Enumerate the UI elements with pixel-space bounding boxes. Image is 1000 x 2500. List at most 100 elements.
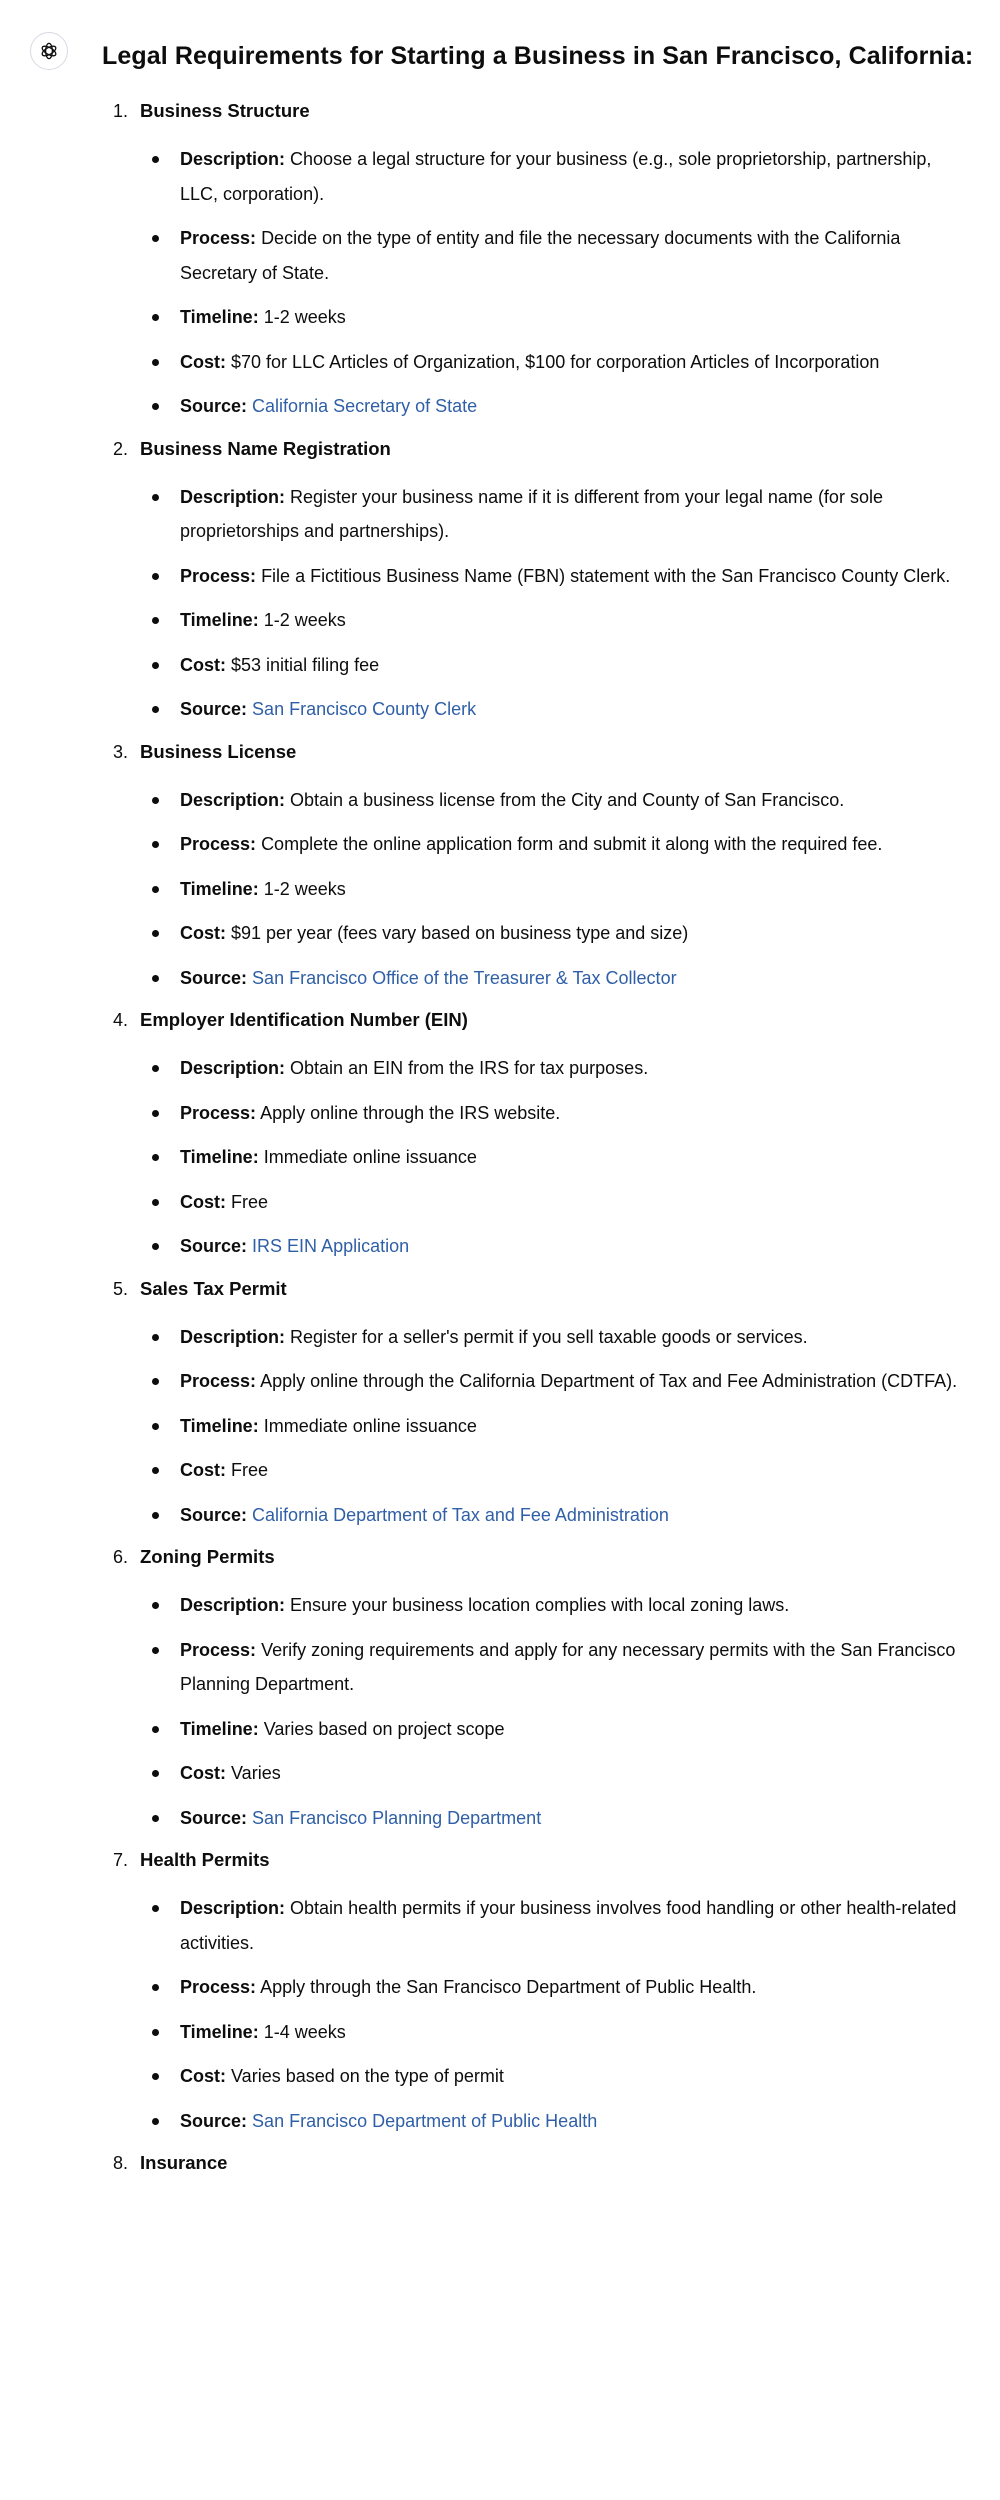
detail-text: 1-2 weeks	[263, 610, 346, 630]
detail-label: Timeline:	[180, 2021, 259, 2042]
detail-item: Cost: Free	[140, 1185, 960, 1220]
detail-item: Source: San Francisco Office of the Trea…	[140, 961, 960, 996]
requirement-section: 4. Employer Identification Number (EIN) De…	[0, 1005, 1000, 1264]
section-number: 2.	[113, 438, 129, 459]
detail-item: Description: Obtain health permits if yo…	[140, 1891, 960, 1960]
openai-logo-icon	[41, 42, 57, 60]
section-title: Insurance	[140, 2152, 228, 2173]
detail-label: Source:	[180, 1504, 248, 1525]
requirement-section: 8. Insurance	[0, 2148, 1000, 2178]
detail-label: Description:	[180, 1058, 286, 1078]
detail-label: Description:	[180, 1898, 286, 1918]
detail-text: Varies	[231, 1763, 281, 1783]
detail-item: Cost: Free	[140, 1453, 960, 1488]
detail-label: Cost:	[180, 923, 226, 943]
detail-label: Process:	[180, 1102, 257, 1123]
detail-item: Description: Choose a legal structure fo…	[140, 142, 960, 211]
detail-label: Description:	[180, 789, 286, 810]
source-link[interactable]: California Department of Tax and Fee Adm…	[252, 1505, 669, 1525]
detail-text: Choose a legal structure for your busine…	[180, 149, 932, 204]
detail-item: Source: San Francisco Planning Departmen…	[140, 1801, 960, 1836]
detail-text: Varies based on the type of permit	[231, 2066, 504, 2086]
detail-label: Timeline:	[180, 1415, 259, 1436]
requirements-list: 1. Business Structure Description: Choose …	[0, 96, 1000, 2194]
detail-label: Source:	[180, 2110, 248, 2131]
detail-text: Apply online through the California Depa…	[260, 1371, 958, 1391]
detail-label: Cost:	[180, 351, 226, 372]
detail-text: Immediate online issuance	[263, 1147, 477, 1167]
source-link[interactable]: IRS EIN Application	[252, 1236, 409, 1256]
section-number: 6.	[113, 1547, 129, 1567]
detail-label: Description:	[180, 486, 286, 507]
detail-item: Source: San Francisco County Clerk	[140, 692, 960, 727]
detail-label: Cost:	[180, 2066, 226, 2086]
detail-text: Immediate online issuance	[263, 1415, 477, 1436]
section-title: Business License	[140, 740, 297, 762]
detail-label: Cost:	[180, 1460, 226, 1480]
detail-text: Obtain a business license from the City …	[290, 789, 845, 810]
requirement-section: 6. Zoning Permits Description: Ensure your…	[0, 1542, 1000, 1835]
assistant-message: Legal Requirements for Starting a Busine…	[0, 0, 1000, 2173]
detail-text: 1-2 weeks	[263, 878, 346, 899]
detail-item: Process: Apply through the San Francisco…	[140, 1970, 960, 2005]
detail-item: Timeline: 1-4 weeks	[140, 2015, 960, 2050]
detail-text: Decide on the type of entity and file th…	[180, 228, 901, 283]
detail-label: Process:	[180, 1371, 257, 1391]
detail-text: $70 for LLC Articles of Organization, $1…	[231, 351, 880, 372]
detail-label: Timeline:	[180, 878, 259, 899]
detail-item: Cost: $53 initial filing fee	[140, 648, 960, 683]
section-details: Description: Choose a legal structure fo…	[140, 142, 1000, 424]
detail-label: Description:	[180, 1595, 286, 1615]
detail-label: Cost:	[180, 1191, 226, 1212]
section-number: 1.	[113, 101, 129, 121]
source-link[interactable]: San Francisco County Clerk	[252, 699, 476, 719]
section-details: Description: Obtain health permits if yo…	[140, 1891, 1000, 2138]
requirement-section: 5. Sales Tax Permit Description: Register …	[0, 1274, 1000, 1533]
detail-item: Process: Verify zoning requirements and …	[140, 1633, 960, 1702]
section-title: Sales Tax Permit	[140, 1277, 287, 1299]
detail-item: Timeline: 1-2 weeks	[140, 603, 960, 638]
section-title: Health Permits	[140, 1849, 270, 1870]
response-title: Legal Requirements for Starting a Busine…	[102, 42, 974, 70]
section-details: Description: Obtain a business license f…	[140, 783, 1000, 996]
detail-item: Timeline: 1-2 weeks	[140, 872, 960, 907]
source-link[interactable]: California Secretary of State	[252, 396, 477, 416]
detail-text: Obtain health permits if your business i…	[180, 1898, 957, 1953]
detail-text: 1-4 weeks	[263, 2021, 346, 2042]
section-number: 5.	[113, 1278, 129, 1299]
detail-label: Process:	[180, 228, 257, 248]
source-link[interactable]: San Francisco Office of the Treasurer & …	[252, 968, 677, 988]
requirement-section: 3. Business License Description: Obtain a …	[0, 737, 1000, 996]
section-number: 7.	[113, 1850, 129, 1870]
section-details: Description: Register your business name…	[140, 480, 1000, 727]
detail-text: 1-2 weeks	[263, 307, 346, 327]
section-details: Description: Register for a seller's per…	[140, 1320, 1000, 1533]
detail-label: Description:	[180, 149, 286, 169]
detail-text: File a Fictitious Business Name (FBN) st…	[261, 565, 951, 586]
detail-item: Cost: Varies	[140, 1756, 960, 1791]
detail-item: Timeline: Immediate online issuance	[140, 1140, 960, 1175]
detail-label: Cost:	[180, 654, 226, 675]
source-link[interactable]: San Francisco Planning Department	[252, 1808, 541, 1828]
detail-text: Free	[231, 1191, 269, 1212]
detail-item: Cost: Varies based on the type of permit	[140, 2059, 960, 2094]
detail-label: Process:	[180, 1977, 257, 1997]
section-title: Employer Identification Number (EIN)	[140, 1009, 468, 1030]
requirement-section: 1. Business Structure Description: Choose …	[0, 96, 1000, 424]
source-link[interactable]: San Francisco Department of Public Healt…	[252, 2111, 597, 2131]
requirement-section: 7. Health Permits Description: Obtain heal…	[0, 1845, 1000, 2138]
detail-item: Process: Apply online through the Califo…	[140, 1364, 960, 1399]
detail-text: $53 initial filing fee	[231, 654, 380, 675]
detail-item: Description: Register for a seller's per…	[140, 1320, 960, 1355]
detail-text: Ensure your business location complies w…	[290, 1595, 790, 1615]
detail-item: Source: California Secretary of State	[140, 389, 960, 424]
detail-text: Obtain an EIN from the IRS for tax purpo…	[290, 1058, 649, 1078]
detail-text: Register your business name if it is dif…	[180, 486, 883, 542]
detail-label: Timeline:	[180, 1718, 259, 1739]
detail-item: Process: Complete the online application…	[140, 827, 960, 862]
detail-item: Source: San Francisco Department of Publ…	[140, 2104, 960, 2139]
detail-text: Register for a seller's permit if you se…	[290, 1326, 808, 1347]
section-details: Description: Obtain an EIN from the IRS …	[140, 1051, 1000, 1264]
detail-text: Apply online through the IRS website.	[260, 1102, 561, 1123]
detail-item: Source: IRS EIN Application	[140, 1229, 960, 1264]
